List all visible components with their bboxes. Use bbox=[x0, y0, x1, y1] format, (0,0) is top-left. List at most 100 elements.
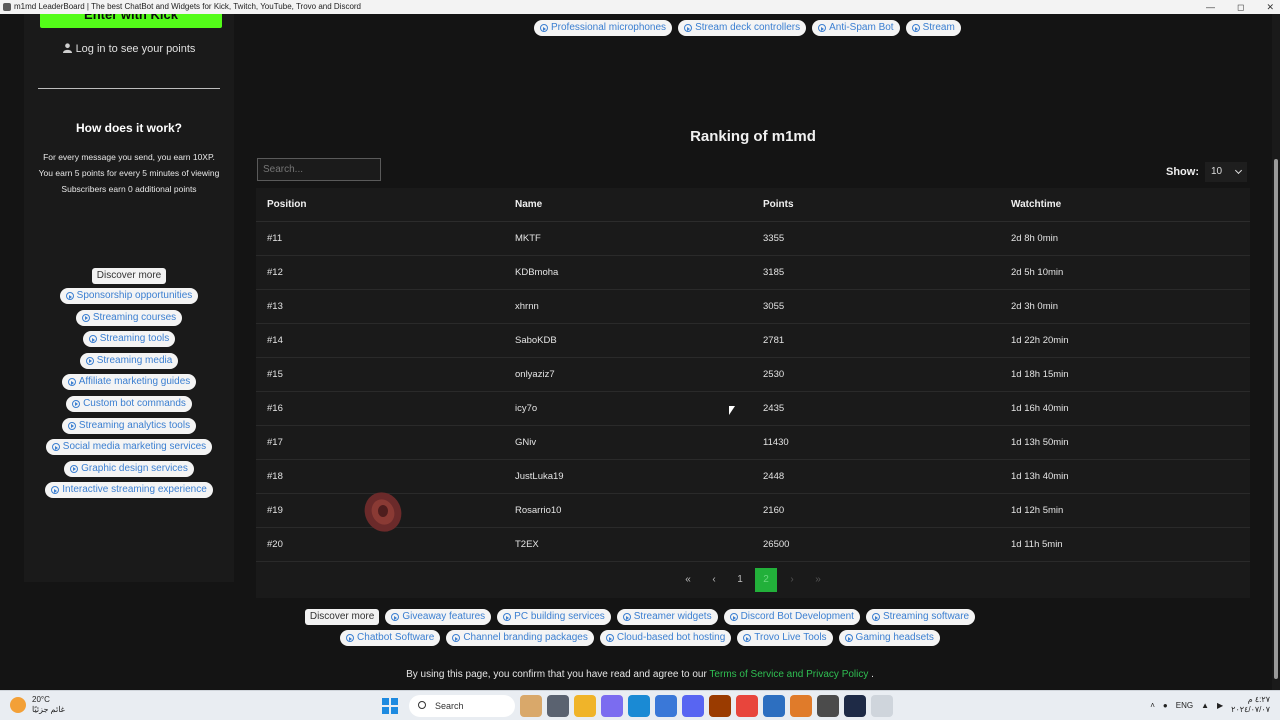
sidebar-link[interactable]: Streaming analytics tools bbox=[61, 417, 197, 434]
ranking-table: Position Name Points Watchtime #11 MKTF … bbox=[256, 188, 1250, 598]
link-label: Streaming tools bbox=[99, 333, 170, 345]
illustrator-icon[interactable] bbox=[709, 695, 731, 717]
volume-icon[interactable]: ▶ bbox=[1217, 701, 1223, 710]
footer-link[interactable]: Cloud-based bot hosting bbox=[599, 630, 732, 646]
sidebar-link[interactable]: Streaming courses bbox=[75, 309, 183, 326]
circle-arrow-icon bbox=[911, 24, 920, 32]
sidebar-link[interactable]: Streaming tools bbox=[82, 331, 176, 348]
edge-browser-icon[interactable] bbox=[628, 695, 650, 717]
sidebar-link[interactable]: Interactive streaming experience bbox=[45, 482, 213, 499]
top-link[interactable]: Stream bbox=[905, 20, 961, 36]
column-header[interactable]: Watchtime bbox=[1011, 188, 1061, 222]
app-icon[interactable] bbox=[844, 695, 866, 717]
taskbar-search[interactable]: Search bbox=[409, 695, 515, 717]
footer-link[interactable]: Discord Bot Development bbox=[723, 609, 860, 625]
discord-icon[interactable] bbox=[682, 695, 704, 717]
link-label: Giveaway features bbox=[402, 611, 486, 622]
column-header[interactable]: Position bbox=[267, 188, 306, 222]
enter-with-kick-button[interactable]: Enter with Kick bbox=[40, 14, 222, 28]
wifi-icon[interactable]: ▲ bbox=[1201, 701, 1209, 710]
login-link[interactable]: Log in to see your points bbox=[24, 43, 234, 55]
circle-arrow-icon bbox=[503, 613, 512, 621]
show-label: Show: bbox=[1166, 166, 1199, 178]
watchtime-cell: 1d 12h 5min bbox=[1011, 505, 1064, 516]
sidebar-link[interactable]: Social media marketing services bbox=[45, 439, 213, 456]
watchtime-cell: 1d 16h 40min bbox=[1011, 403, 1069, 414]
page-button[interactable]: 1 bbox=[729, 568, 751, 592]
language-indicator[interactable]: ENG bbox=[1176, 701, 1193, 710]
footer-link[interactable]: Gaming headsets bbox=[838, 630, 940, 646]
minimize-icon[interactable]: — bbox=[1206, 0, 1215, 14]
pagination: « ‹ 1 2 › » bbox=[256, 568, 1250, 592]
position-cell: #12 bbox=[267, 267, 283, 278]
page-button-current[interactable]: 2 bbox=[755, 568, 777, 592]
table-row: #16 icy7o 2435 1d 16h 40min bbox=[256, 392, 1250, 426]
footer-link[interactable]: PC building services bbox=[497, 609, 611, 625]
column-header[interactable]: Points bbox=[763, 188, 794, 222]
temperature: 20°C bbox=[32, 695, 50, 704]
sidebar-divider bbox=[38, 88, 220, 89]
close-icon[interactable]: ✕ bbox=[1266, 0, 1274, 14]
last-page-button[interactable]: » bbox=[807, 568, 829, 592]
circle-arrow-icon bbox=[51, 443, 60, 452]
prev-page-button[interactable]: ‹ bbox=[703, 568, 725, 592]
weather-widget[interactable]: 20°C غائم جزئيًا bbox=[10, 695, 65, 715]
terms-link[interactable]: Terms of Service and Privacy Policy bbox=[709, 669, 868, 680]
top-link[interactable]: Professional microphones bbox=[534, 20, 673, 36]
top-link[interactable]: Anti-Spam Bot bbox=[812, 20, 900, 36]
app-icon[interactable] bbox=[790, 695, 812, 717]
link-label: Discord Bot Development bbox=[740, 611, 854, 622]
windows-taskbar: 20°C غائم جزئيًا Search ˄ ● ENG ▲ ▶ ٤:٢٧… bbox=[0, 690, 1280, 720]
task-view-icon[interactable] bbox=[547, 695, 569, 717]
column-header[interactable]: Name bbox=[515, 188, 542, 222]
search-icon bbox=[418, 701, 426, 709]
points-cell: 26500 bbox=[763, 539, 790, 550]
footer-link[interactable]: Streaming software bbox=[865, 609, 976, 625]
footer-link[interactable]: Streamer widgets bbox=[616, 609, 718, 625]
windows-start-icon[interactable] bbox=[382, 698, 398, 714]
circle-arrow-icon bbox=[391, 613, 400, 621]
position-cell: #14 bbox=[267, 335, 283, 346]
chevron-up-icon[interactable]: ˄ bbox=[1150, 701, 1155, 710]
points-cell: 2781 bbox=[763, 335, 785, 346]
maximize-icon[interactable]: ◻ bbox=[1237, 0, 1244, 14]
copilot-icon[interactable] bbox=[601, 695, 623, 717]
file-explorer-icon[interactable] bbox=[574, 695, 596, 717]
footer-link[interactable]: Giveaway features bbox=[385, 609, 492, 625]
store-icon[interactable] bbox=[655, 695, 677, 717]
footer-link[interactable]: Trovo Live Tools bbox=[737, 630, 833, 646]
footer-link[interactable]: Channel branding packages bbox=[446, 630, 594, 646]
footer-link[interactable]: Chatbot Software bbox=[340, 630, 441, 646]
search-input[interactable] bbox=[257, 158, 381, 181]
link-label: Streaming media bbox=[96, 354, 173, 366]
sidebar-link[interactable]: Custom bot commands bbox=[66, 395, 192, 412]
calendar-icon[interactable] bbox=[817, 695, 839, 717]
chrome-active-icon[interactable] bbox=[871, 695, 893, 717]
sidebar-link[interactable]: Affiliate marketing guides bbox=[61, 374, 197, 391]
discover-more-button[interactable]: Discover more bbox=[91, 268, 167, 284]
next-page-button[interactable]: › bbox=[781, 568, 803, 592]
window-titlebar: m1md LeaderBoard | The best ChatBot and … bbox=[0, 0, 1280, 14]
show-select[interactable]: 10 bbox=[1205, 162, 1247, 182]
table-row: #17 GNiv 11430 1d 13h 50min bbox=[256, 426, 1250, 460]
sidebar-link[interactable]: Streaming media bbox=[79, 352, 179, 369]
sidebar-link[interactable]: Graphic design services bbox=[64, 460, 194, 477]
sidebar: Enter with Kick Log in to see your point… bbox=[24, 14, 234, 582]
name-cell: GNiv bbox=[515, 437, 537, 448]
mail-icon[interactable] bbox=[763, 695, 785, 717]
scrollbar-thumb[interactable] bbox=[1274, 159, 1278, 679]
show-value: 10 bbox=[1211, 166, 1223, 177]
microphone-icon[interactable]: ● bbox=[1163, 701, 1168, 710]
position-cell: #19 bbox=[267, 505, 283, 516]
chrome-icon[interactable] bbox=[736, 695, 758, 717]
footer-discover-more-button[interactable]: Discover more bbox=[304, 609, 380, 625]
first-page-button[interactable]: « bbox=[677, 568, 699, 592]
clock[interactable]: ٤:٢٧ م ٢٠٢٤/٠٧/٠٧ bbox=[1231, 695, 1270, 715]
page-scrollbar[interactable] bbox=[1272, 14, 1280, 690]
sidebar-link[interactable]: Sponsorship opportunities bbox=[59, 288, 199, 304]
circle-arrow-icon bbox=[743, 634, 752, 642]
link-label: Social media marketing services bbox=[62, 441, 207, 453]
table-row: #13 xhrnn 3055 2d 3h 0min bbox=[256, 290, 1250, 324]
link-label: Channel branding packages bbox=[463, 632, 588, 643]
top-link[interactable]: Stream deck controllers bbox=[678, 20, 807, 36]
